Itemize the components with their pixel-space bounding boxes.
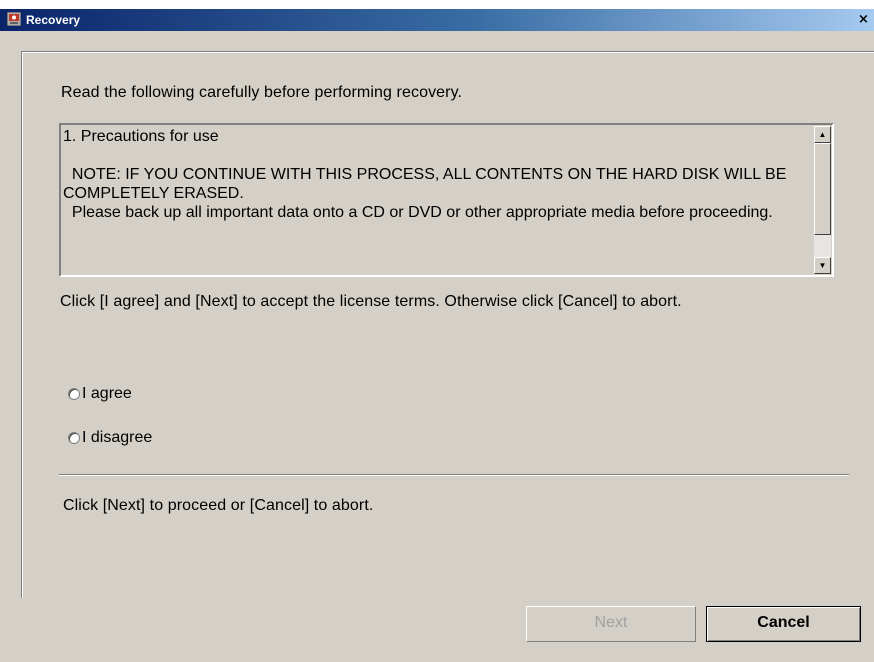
title-bar[interactable]: Recovery × <box>0 9 874 31</box>
scroll-up-icon[interactable]: ▲ <box>814 126 831 143</box>
agree-radio-button[interactable] <box>68 388 80 400</box>
recovery-app-icon <box>7 12 21 26</box>
scroll-down-icon[interactable]: ▼ <box>814 257 831 274</box>
disagree-radio-button[interactable] <box>68 432 80 444</box>
scroll-thumb[interactable] <box>814 143 831 235</box>
terms-textbox[interactable]: 1. Precautions for use NOTE: IF YOU CONT… <box>59 123 834 277</box>
window-title: Recovery <box>26 13 81 27</box>
instruction-text: Read the following carefully before perf… <box>61 84 463 101</box>
divider <box>59 474 849 476</box>
disagree-radio-label[interactable]: I disagree <box>82 429 152 447</box>
cancel-button[interactable]: Cancel <box>706 606 861 642</box>
terms-text: 1. Precautions for use NOTE: IF YOU CONT… <box>63 128 787 221</box>
next-button[interactable]: Next <box>526 606 696 642</box>
terms-scrollbar[interactable]: ▲ ▼ <box>814 126 831 274</box>
recovery-window: Recovery × Read the following carefully … <box>0 9 874 662</box>
agree-radio-label[interactable]: I agree <box>82 385 132 403</box>
proceed-prompt-text: Click [Next] to proceed or [Cancel] to a… <box>63 497 374 514</box>
close-icon[interactable]: × <box>858 12 874 28</box>
accept-prompt-text: Click [I agree] and [Next] to accept the… <box>60 293 682 310</box>
